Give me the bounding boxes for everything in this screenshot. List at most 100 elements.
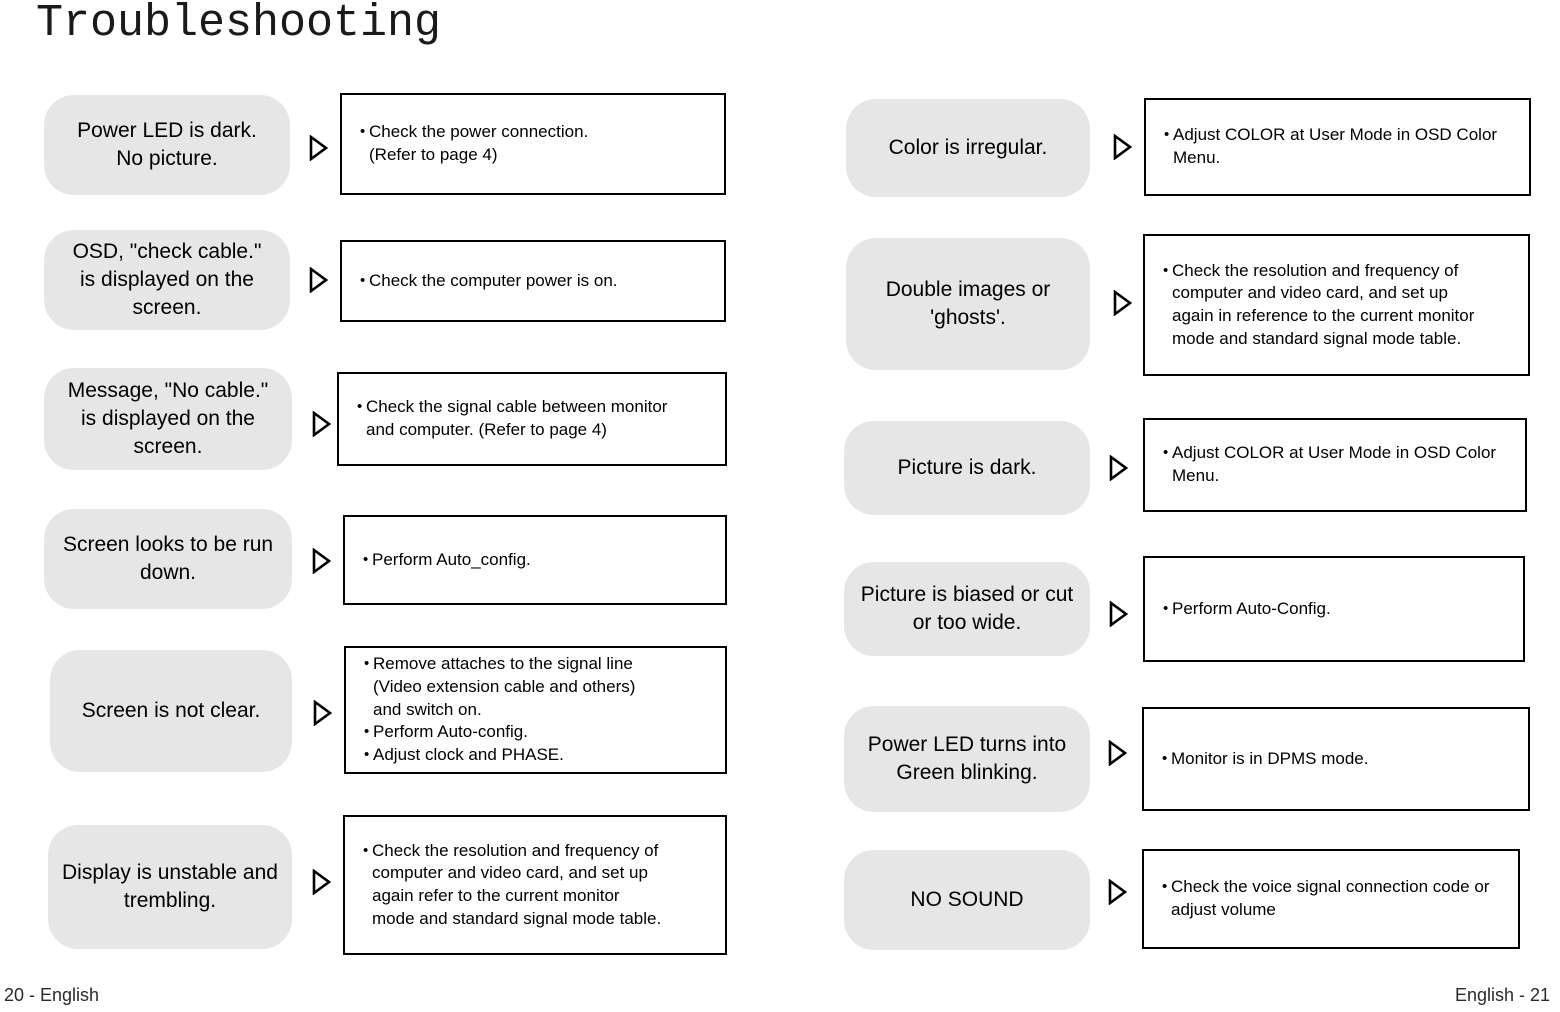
triangle-right-outline-icon [1106,879,1128,905]
symptom-box: Screen looks to be run down. [44,509,292,609]
solution-bullet-line: Perform Auto-config. [364,721,715,744]
solution-body: Monitor is in DPMS mode. [1162,748,1518,771]
solution-body: Check the resolution and frequency of com… [1163,260,1518,350]
symptom-box: Power LED is dark. No picture. [44,95,290,195]
triangle-right-outline-icon [311,700,333,726]
bullet-icon [357,396,366,419]
solution-line-text: Remove attaches to the signal line [373,654,633,674]
bullet-icon [364,653,373,676]
solution-line-text: Menu. [1173,148,1221,167]
bullet-icon [1162,748,1171,771]
footer-page-left: 20 - English [4,985,100,1005]
symptom-box: Picture is biased or cut or too wide. [844,562,1090,656]
solution-line-text: Menu. [1172,466,1220,485]
solution-line-text: and switch on. [373,699,482,719]
triangle-right-outline-icon [310,411,332,437]
bullet-icon [1163,598,1172,621]
solution-body: Check the signal cable between monitor an… [357,396,715,441]
solution-box: Monitor is in DPMS mode. [1142,707,1530,811]
solution-line-text: again in reference to the current monito… [1172,306,1475,325]
solution-bullet-line: Check the resolution and frequency of [363,840,715,863]
solution-line-text: (Refer to page 4) [369,145,498,164]
symptom-label: Picture is biased or cut or too wide. [860,583,1074,634]
solution-cont-line: again refer to the current monitor [363,885,715,908]
bullet-icon [364,721,373,744]
symptom-box: NO SOUND [844,850,1090,950]
triangle-right-outline-icon [307,135,329,161]
solution-line-text: Monitor is in DPMS mode. [1171,748,1369,768]
bullet-icon [1163,442,1172,465]
triangle-right-outline-icon [307,267,329,293]
solution-line-text: computer and video card, and set up [372,863,648,883]
solution-cont-line: Menu. [1163,465,1515,488]
symptom-label: Power LED is dark. No picture. [77,119,257,170]
solution-line-text: Check the resolution and frequency of [1172,260,1459,280]
solution-body: Check the computer power is on. [360,270,714,293]
solution-line-text: (Video extension cable and others) [373,677,636,697]
solution-line-text: mode and standard signal mode table. [372,908,662,928]
solution-cont-line: adjust volume [1162,899,1508,922]
solution-body: Adjust COLOR at User Mode in OSD Color Me… [1163,442,1515,487]
symptom-label: Double images or 'ghosts'. [885,278,1051,329]
bullet-icon [1164,124,1173,147]
solution-box: Adjust COLOR at User Mode in OSD Color Me… [1143,418,1527,512]
solution-body: Check the power connection. (Refer to pag… [360,121,714,166]
symptom-label: Display is unstable and trembling. [62,861,278,912]
solution-bullet-line: Check the voice signal connection code o… [1162,876,1508,899]
solution-cont-line: computer and video card, and set up [1163,282,1518,305]
triangle-right-outline-icon [1107,455,1129,481]
triangle-right-outline-icon [1106,740,1128,766]
solution-line-text: Perform Auto-config. [373,722,528,742]
solution-cont-line: and switch on. [364,699,715,722]
symptom-label: Picture is dark. [897,456,1037,480]
solution-box: Check the voice signal connection code o… [1142,849,1520,949]
solution-line-text: mode and standard signal mode table. [1172,328,1462,348]
triangle-right-outline-icon [1111,134,1133,160]
solution-cont-line: (Refer to page 4) [360,144,714,167]
triangle-right-outline-icon [1107,601,1129,627]
solution-line-text: Check the signal cable between monitor [366,397,668,417]
triangle-right-outline-icon [310,869,332,895]
symptom-label: Screen is not clear. [81,699,261,723]
symptom-label: OSD, "check cable." is displayed on the … [72,240,262,319]
symptom-box: Screen is not clear. [50,650,292,772]
right-column: Color is irregular. Adjust COLOR at User … [800,0,1560,1012]
symptom-box: OSD, "check cable." is displayed on the … [44,230,290,330]
solution-cont-line: Menu. [1164,147,1519,170]
solution-cont-line: computer and video card, and set up [363,862,715,885]
solution-cont-line: (Video extension cable and others) [364,676,715,699]
symptom-box: Message, "No cable." is displayed on the… [44,368,292,470]
solution-line-text: Check the resolution and frequency of [372,840,659,860]
solution-body: Perform Auto_config. [363,549,715,572]
solution-box: Perform Auto_config. [343,515,727,605]
solution-line-text: Perform Auto-Config. [1172,598,1331,618]
solution-line-text: Adjust COLOR at User Mode in OSD Color [1173,125,1498,145]
solution-line-text: Check the voice signal connection code o… [1171,877,1490,897]
symptom-box: Double images or 'ghosts'. [846,238,1090,370]
solution-body: Remove attaches to the signal line (Video… [364,653,715,766]
solution-line-text: Check the power connection. [369,122,589,142]
symptom-box: Display is unstable and trembling. [48,825,292,949]
bullet-icon [360,121,369,144]
solution-box: Check the computer power is on. [340,240,726,322]
triangle-right-outline-icon [310,548,332,574]
solution-line-text: Check the computer power is on. [369,270,618,290]
bullet-icon [1162,876,1171,899]
solution-bullet-line: Check the signal cable between monitor [357,396,715,419]
triangle-right-outline-icon [1111,290,1133,316]
solution-box: Adjust COLOR at User Mode in OSD Color Me… [1144,98,1531,196]
solution-bullet-line: Remove attaches to the signal line [364,653,715,676]
solution-line-text: and computer. (Refer to page 4) [366,420,607,439]
solution-line-text: Adjust COLOR at User Mode in OSD Color [1172,443,1497,463]
solution-box: Remove attaches to the signal line (Video… [344,646,727,774]
solution-line-text: Perform Auto_config. [372,549,531,569]
solution-box: Check the signal cable between monitor an… [337,372,727,466]
solution-bullet-line: Adjust COLOR at User Mode in OSD Color [1163,442,1515,465]
footer-page-right: English - 21 [1454,985,1550,1005]
solution-bullet-line: Check the power connection. [360,121,714,144]
symptom-label: NO SOUND [910,888,1024,912]
solution-line-text: again refer to the current monitor [372,886,620,905]
solution-box: Check the resolution and frequency of com… [343,815,727,955]
solution-line-text: adjust volume [1171,900,1276,919]
symptom-label: Screen looks to be run down. [62,533,274,584]
